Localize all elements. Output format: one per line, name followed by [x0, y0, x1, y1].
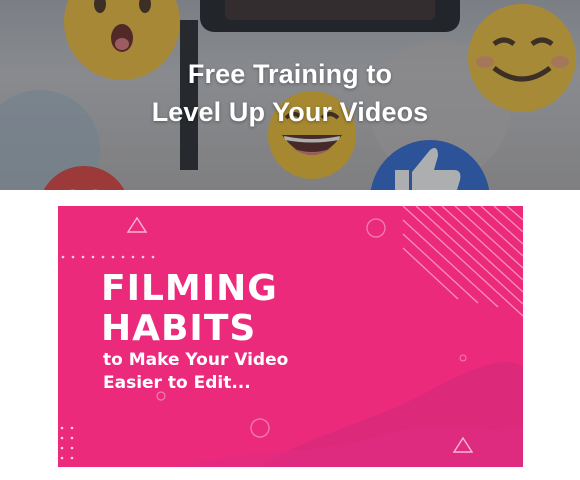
dotted-line — [61, 255, 155, 259]
triangle-icon — [126, 216, 148, 233]
circle-icon — [366, 218, 386, 238]
card-title-line-2: HABITS — [101, 308, 257, 349]
card-subtitle-line-1: to Make Your Video — [103, 350, 289, 370]
card-title-line-1: FILMING — [101, 268, 278, 309]
hero-title-line-2: Level Up Your Videos — [151, 97, 429, 127]
dot-grid — [60, 426, 74, 460]
filming-habits-card[interactable]: FILMING HABITS to Make Your Video Easier… — [58, 206, 523, 467]
circle-icon — [250, 418, 270, 438]
card-subtitle-line-2: Easier to Edit... — [103, 373, 251, 393]
hero-banner: Free Training to Level Up Your Videos — [0, 0, 580, 190]
stripes-pattern — [402, 206, 523, 317]
hero-title-line-1: Free Training to — [187, 59, 393, 89]
